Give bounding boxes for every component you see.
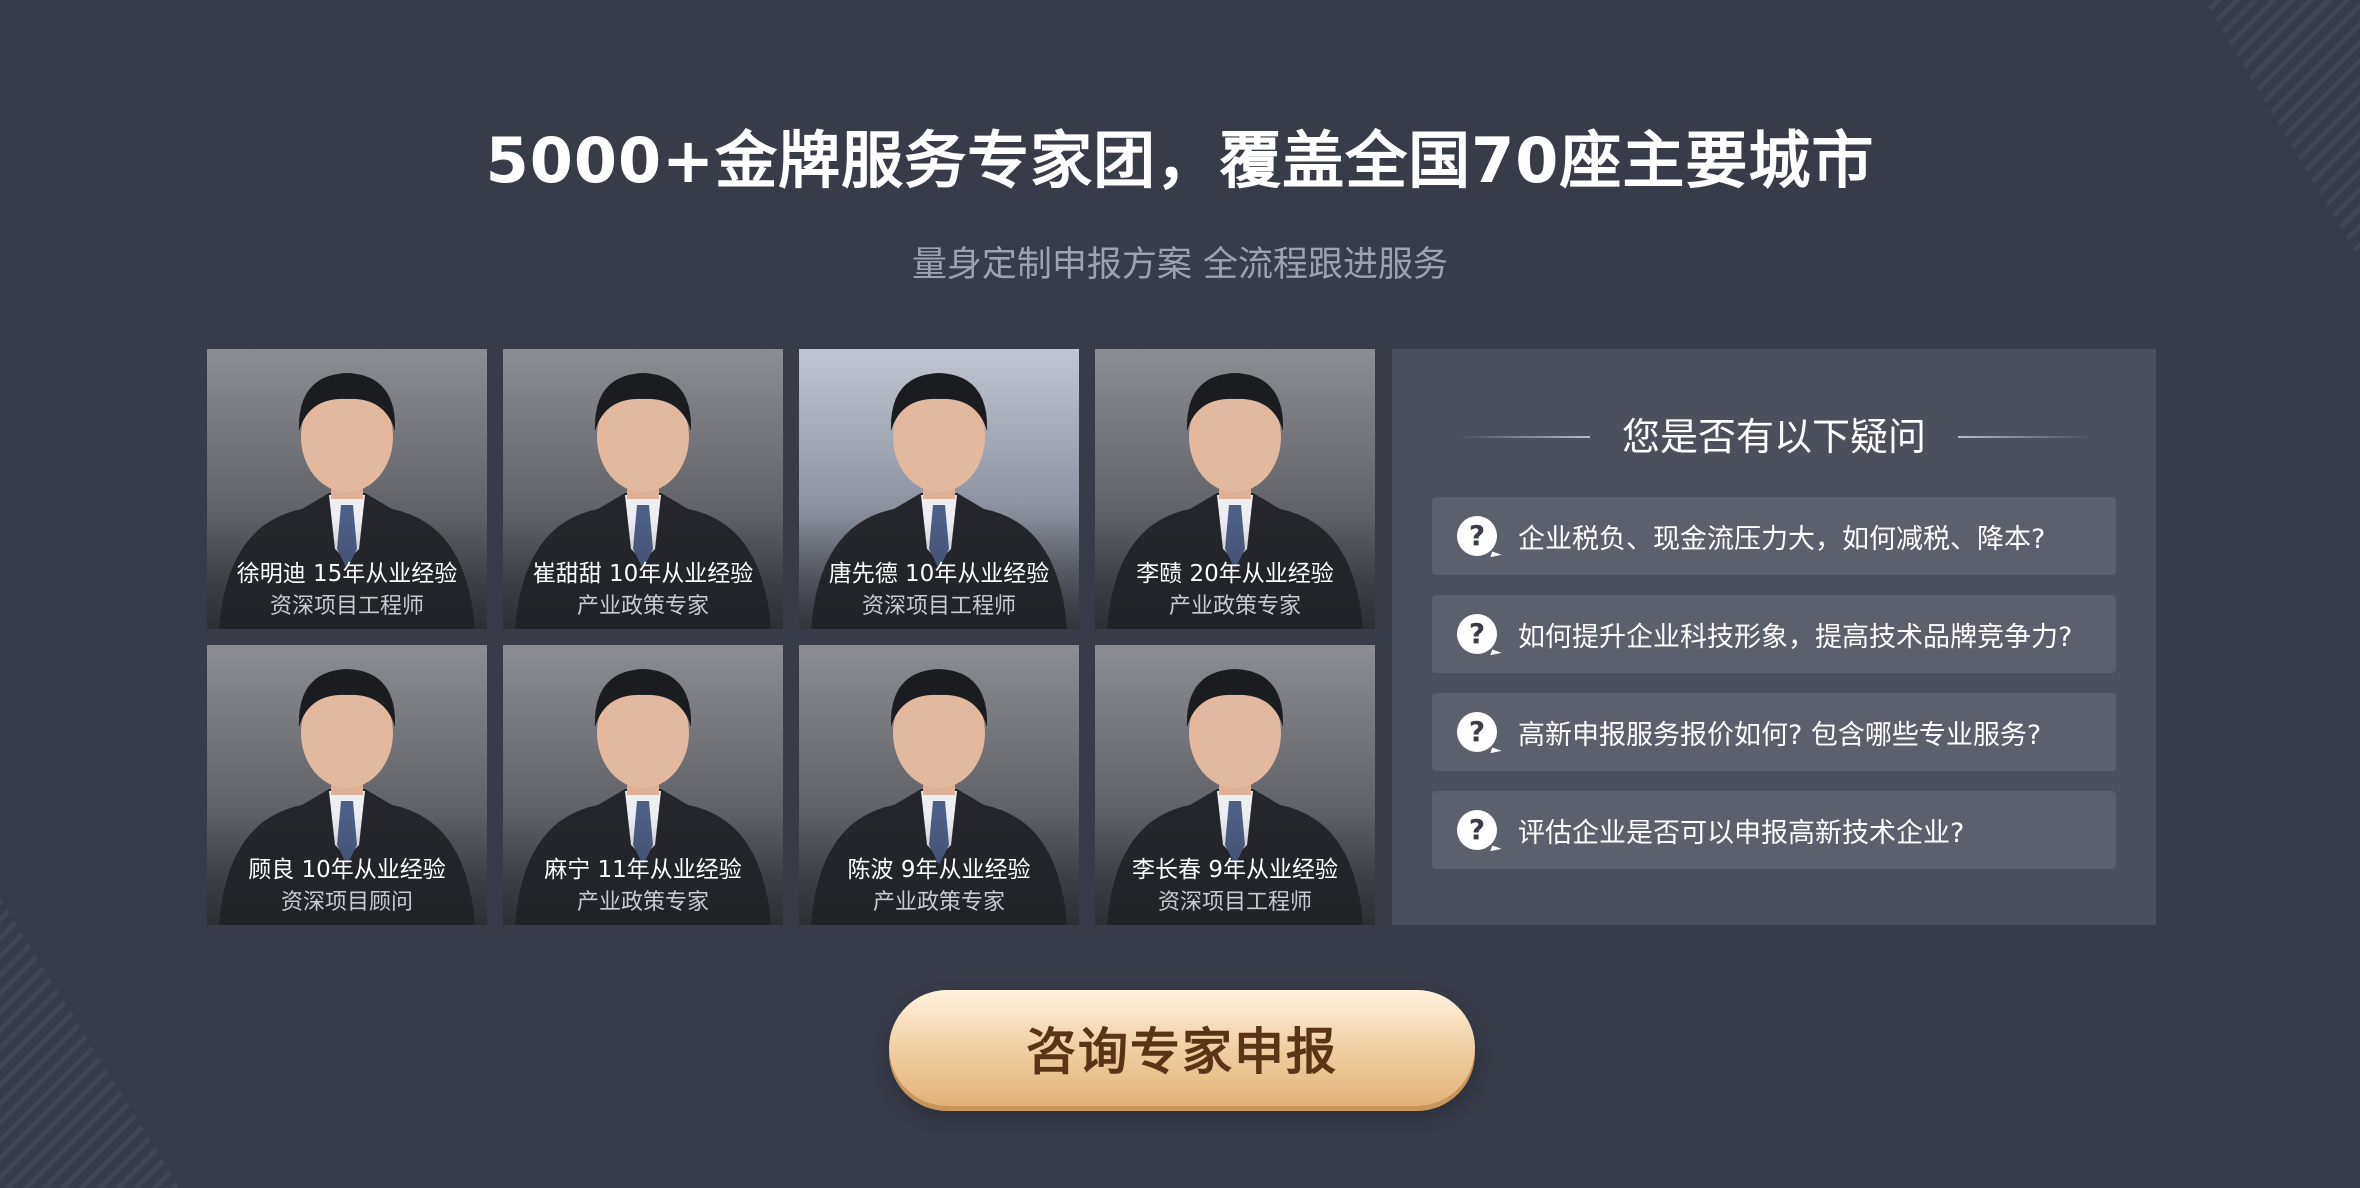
divider-line — [1457, 436, 1590, 438]
expert-name: 顾良 10年从业经验 — [248, 857, 446, 883]
faq-question: 评估企业是否可以申报高新技术企业? — [1518, 817, 1965, 849]
expert-name: 唐先德 10年从业经验 — [828, 561, 1050, 587]
expert-card: 唐先德 10年从业经验 资深项目工程师 — [799, 349, 1079, 629]
faq-question: 如何提升企业科技形象，提高技术品牌竞争力? — [1518, 621, 2073, 653]
expert-card: 顾良 10年从业经验 资深项目顾问 — [207, 645, 487, 925]
faq-title: 您是否有以下疑问 — [1621, 415, 1926, 459]
faq-header: 您是否有以下疑问 — [1392, 409, 2156, 465]
page-subtitle: 量身定制申报方案 全流程跟进服务 — [911, 245, 1449, 285]
expert-name: 李长春 9年从业经验 — [1132, 857, 1338, 883]
expert-role: 产业政策专家 — [576, 890, 709, 915]
expert-name: 麻宁 11年从业经验 — [544, 857, 742, 883]
consult-expert-button[interactable]: 咨询专家申报 — [889, 990, 1475, 1106]
expert-card: 徐明迪 15年从业经验 资深项目工程师 — [207, 349, 487, 629]
expert-role: 资深项目顾问 — [280, 890, 413, 915]
expert-card: 崔甜甜 10年从业经验 产业政策专家 — [503, 349, 783, 629]
expert-role: 产业政策专家 — [576, 594, 709, 619]
expert-card: 麻宁 11年从业经验 产业政策专家 — [503, 645, 783, 925]
question-icon: ? — [1457, 614, 1497, 654]
expert-card: 李长春 9年从业经验 资深项目工程师 — [1095, 645, 1375, 925]
faq-item[interactable]: ? 如何提升企业科技形象，提高技术品牌竞争力? — [1432, 595, 2116, 673]
expert-role: 产业政策专家 — [872, 890, 1005, 915]
faq-question: 企业税负、现金流压力大，如何减税、降本? — [1518, 523, 2046, 555]
divider-line — [1958, 436, 2090, 438]
expert-name: 崔甜甜 10年从业经验 — [532, 561, 754, 587]
expert-card: 李赜 20年从业经验 产业政策专家 — [1095, 349, 1375, 629]
faq-item[interactable]: ? 高新申报服务报价如何? 包含哪些专业服务? — [1432, 693, 2116, 771]
faq-item[interactable]: ? 企业税负、现金流压力大，如何减税、降本? — [1432, 497, 2116, 575]
expert-role: 产业政策专家 — [1168, 594, 1301, 619]
expert-name: 李赜 20年从业经验 — [1136, 561, 1334, 587]
expert-role: 资深项目工程师 — [269, 594, 424, 619]
expert-name: 徐明迪 15年从业经验 — [236, 561, 458, 587]
question-icon: ? — [1457, 712, 1497, 752]
faq-question: 高新申报服务报价如何? 包含哪些专业服务? — [1518, 719, 2042, 751]
expert-role: 资深项目工程师 — [861, 594, 1016, 619]
faq-panel: 您是否有以下疑问 ? 企业税负、现金流压力大，如何减税、降本? ? 如何提升企业… — [1392, 349, 2156, 925]
corner-decoration-bottom-left — [0, 898, 180, 1188]
expert-role: 资深项目工程师 — [1157, 890, 1312, 915]
faq-item[interactable]: ? 评估企业是否可以申报高新技术企业? — [1432, 791, 2116, 869]
page-title: 5000+金牌服务专家团，覆盖全国70座主要城市 — [485, 124, 1875, 197]
faq-list: ? 企业税负、现金流压力大，如何减税、降本? ? 如何提升企业科技形象，提高技术… — [1432, 497, 2116, 889]
expert-name: 陈波 9年从业经验 — [847, 857, 1031, 883]
question-icon: ? — [1457, 810, 1497, 850]
question-icon: ? — [1457, 516, 1497, 556]
expert-card: 陈波 9年从业经验 产业政策专家 — [799, 645, 1079, 925]
expert-grid: 徐明迪 15年从业经验 资深项目工程师 崔甜甜 10年从业经验 产业政策专家 唐… — [207, 349, 1375, 925]
